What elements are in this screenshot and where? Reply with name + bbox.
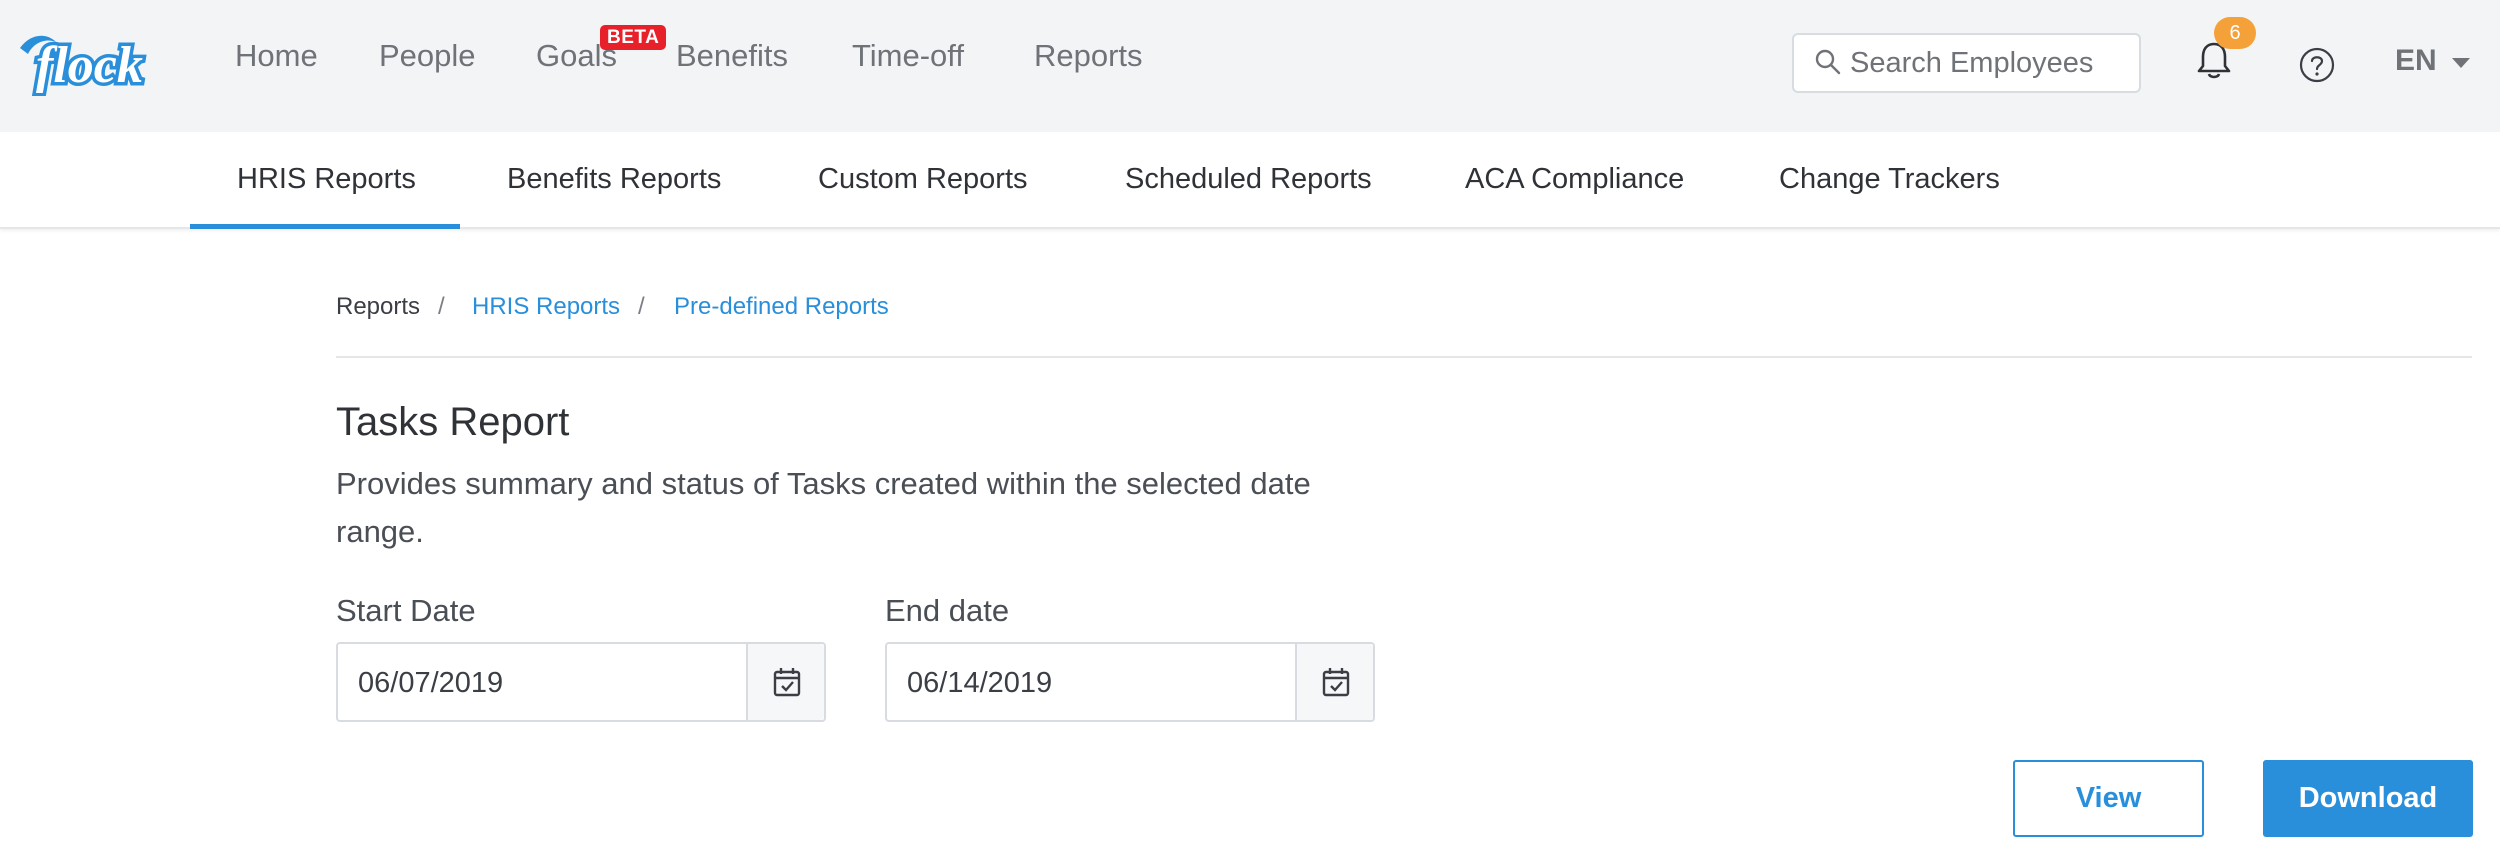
nav-reports[interactable]: Reports — [1034, 40, 1143, 71]
divider — [336, 356, 2472, 358]
tab-aca-compliance[interactable]: ACA Compliance — [1465, 162, 1684, 197]
download-button[interactable]: Download — [2263, 760, 2473, 837]
nav-time-off[interactable]: Time-off — [852, 40, 964, 71]
tab-custom-reports[interactable]: Custom Reports — [818, 162, 1028, 197]
search-input[interactable] — [1850, 41, 2130, 85]
nav-people[interactable]: People — [379, 40, 476, 71]
breadcrumb-predefined-reports[interactable]: Pre-defined Reports — [674, 293, 889, 321]
breadcrumb-separator: / — [438, 293, 445, 320]
breadcrumb-hris-reports[interactable]: HRIS Reports — [472, 293, 620, 321]
tab-benefits-reports[interactable]: Benefits Reports — [507, 162, 721, 197]
question-circle-icon[interactable] — [2298, 46, 2336, 84]
search-box — [1792, 33, 2141, 93]
language-selector[interactable]: EN — [2395, 44, 2437, 78]
end-date-label: End date — [885, 593, 1010, 628]
calendar-icon — [773, 668, 801, 697]
end-date-calendar-button[interactable] — [1295, 644, 1373, 720]
start-date-field — [336, 642, 826, 722]
nav-home[interactable]: Home — [235, 40, 318, 71]
flock-logo[interactable]: flock — [16, 26, 156, 98]
view-button[interactable]: View — [2013, 760, 2204, 837]
tab-change-trackers[interactable]: Change Trackers — [1779, 162, 2000, 197]
top-nav-bar: flock Home People Goals BETA Benefits Ti… — [0, 0, 2500, 132]
nav-benefits[interactable]: Benefits — [676, 40, 788, 71]
search-icon — [1815, 49, 1841, 75]
calendar-icon — [1322, 668, 1350, 697]
breadcrumb-separator: / — [638, 293, 645, 320]
svg-text:flock: flock — [36, 37, 143, 94]
beta-badge: BETA — [600, 25, 667, 50]
notification-count-badge: 6 — [2214, 17, 2256, 49]
active-tab-indicator — [190, 224, 460, 229]
start-date-label: Start Date — [336, 593, 476, 628]
report-description: Provides summary and status of Tasks cre… — [336, 466, 1311, 549]
tab-scheduled-reports[interactable]: Scheduled Reports — [1125, 162, 1372, 197]
start-date-calendar-button[interactable] — [746, 644, 824, 720]
page-title: Tasks Report — [336, 400, 570, 444]
end-date-input[interactable] — [907, 662, 1287, 704]
end-date-field — [885, 642, 1375, 722]
reports-subnav: HRIS Reports Benefits Reports Custom Rep… — [0, 132, 2500, 229]
breadcrumb-reports[interactable]: Reports — [336, 293, 420, 321]
start-date-input[interactable] — [358, 662, 738, 704]
chevron-down-icon[interactable] — [2452, 58, 2470, 68]
tab-hris-reports[interactable]: HRIS Reports — [237, 162, 416, 197]
